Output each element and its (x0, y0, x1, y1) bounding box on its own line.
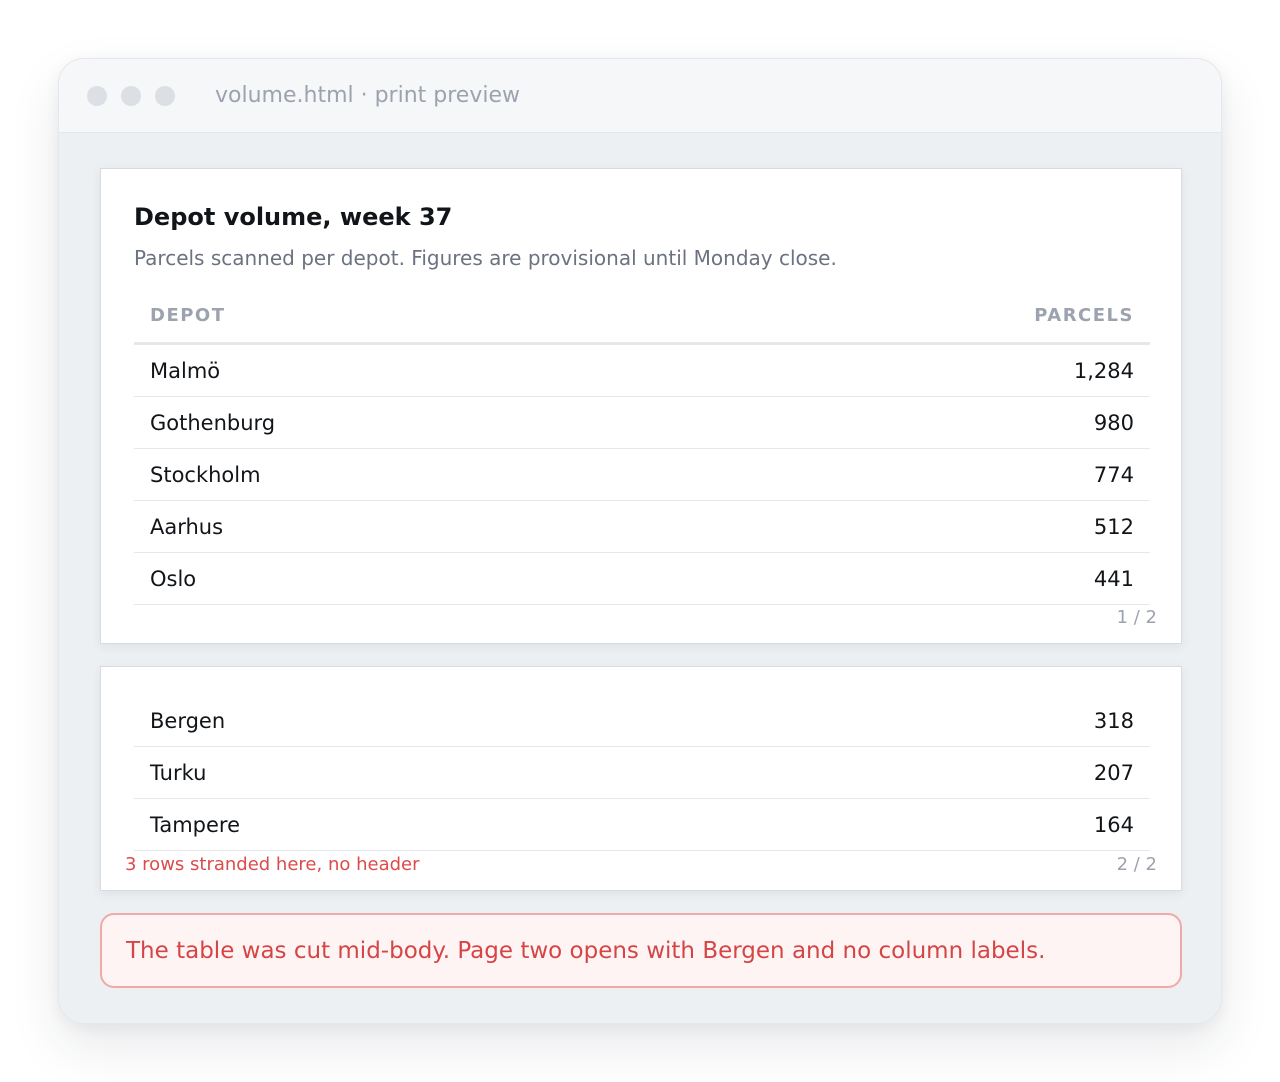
depot-cell: Gothenburg (150, 410, 276, 435)
document-subtitle: Parcels scanned per depot. Figures are p… (134, 246, 837, 270)
page-number: 1 / 2 (1116, 607, 1157, 628)
table-row: Turku 207 (134, 747, 1150, 799)
volume-table-continued: Bergen 318 Turku 207 Tampere 164 (134, 695, 1150, 851)
browser-window: volume.html · print preview Depot volume… (58, 58, 1222, 1024)
parcels-cell: 441 (1093, 566, 1134, 591)
depot-cell: Stockholm (150, 462, 261, 487)
stranded-rows-note: 3 rows stranded here, no header (125, 854, 420, 875)
table-row: Aarhus 512 (134, 501, 1150, 553)
pagination-warning-banner: The table was cut mid-body. Page two ope… (100, 913, 1182, 988)
column-header-depot: DEPOT (150, 304, 226, 326)
depot-cell: Oslo (150, 566, 197, 591)
table-header: DEPOT PARCELS (134, 288, 1150, 345)
table-row: Oslo 441 (134, 553, 1150, 605)
depot-cell: Malmö (150, 358, 221, 383)
title-bar: volume.html · print preview (59, 59, 1221, 133)
print-page-1: Depot volume, week 37 Parcels scanned pe… (100, 168, 1182, 644)
table-row: Tampere 164 (134, 799, 1150, 851)
close-dot-icon[interactable] (87, 85, 107, 106)
table-row: Gothenburg 980 (134, 397, 1150, 449)
depot-cell: Aarhus (150, 514, 224, 539)
depot-cell: Bergen (150, 708, 226, 733)
parcels-cell: 1,284 (1073, 358, 1134, 383)
volume-table: DEPOT PARCELS Malmö 1,284 Gothenburg 980… (134, 288, 1150, 605)
minimize-dot-icon[interactable] (121, 85, 141, 106)
parcels-cell: 980 (1093, 410, 1134, 435)
table-row: Bergen 318 (134, 695, 1150, 747)
page-number: 2 / 2 (1116, 854, 1157, 875)
column-header-parcels: PARCELS (1034, 304, 1134, 326)
depot-cell: Tampere (150, 812, 241, 837)
window-title: volume.html · print preview (215, 83, 520, 108)
parcels-cell: 774 (1093, 462, 1134, 487)
document-title: Depot volume, week 37 (134, 203, 453, 231)
depot-cell: Turku (150, 760, 207, 785)
table-row: Malmö 1,284 (134, 345, 1150, 397)
maximize-dot-icon[interactable] (155, 85, 175, 106)
parcels-cell: 207 (1093, 760, 1134, 785)
print-page-2: Bergen 318 Turku 207 Tampere 164 3 rows … (100, 666, 1182, 891)
parcels-cell: 318 (1093, 708, 1134, 733)
parcels-cell: 164 (1093, 812, 1134, 837)
parcels-cell: 512 (1093, 514, 1134, 539)
table-row: Stockholm 774 (134, 449, 1150, 501)
